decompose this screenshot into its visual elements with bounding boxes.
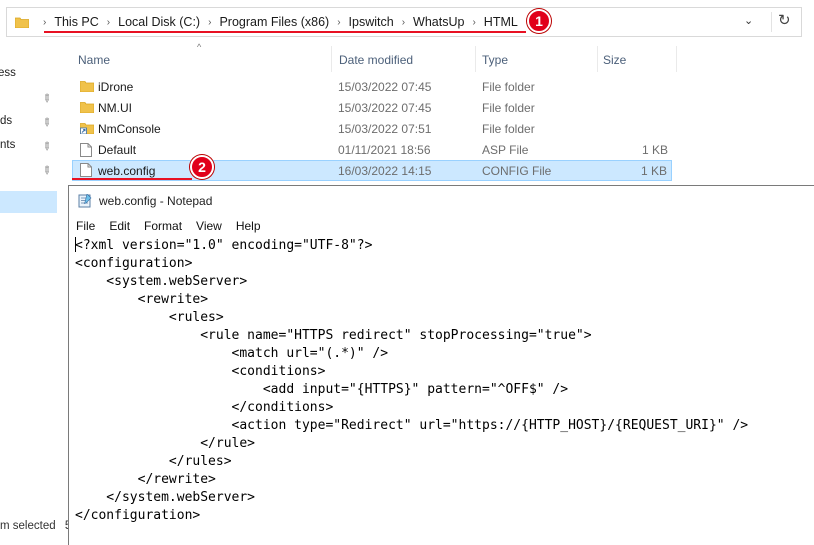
pin-icon: ✎ [38, 163, 54, 179]
annotation-underline-1 [44, 31, 526, 33]
column-header-date-modified[interactable]: Date modified [339, 49, 413, 71]
refresh-icon[interactable]: ↻ [778, 11, 791, 29]
column-header-type[interactable]: Type [482, 49, 508, 71]
pin-icon: ✎ [38, 139, 54, 155]
column-header-name[interactable]: Name [78, 49, 110, 71]
file-type: File folder [482, 80, 535, 94]
sort-ascending-icon: ^ [197, 42, 202, 52]
menu-view[interactable]: View [189, 217, 229, 237]
address-dropdown-icon[interactable]: ⌄ [744, 14, 753, 27]
file-row[interactable]: NmConsole 15/03/2022 07:51 File folder [72, 119, 672, 139]
nav-item-documents[interactable]: nts [0, 139, 15, 151]
file-date: 15/03/2022 07:45 [338, 80, 432, 94]
column-divider[interactable] [331, 46, 332, 72]
pin-icon: ✎ [38, 91, 54, 107]
notepad-content: <?xml version="1.0" encoding="UTF-8"?> <… [75, 238, 749, 523]
breadcrumb-this-pc[interactable]: This PC [54, 15, 98, 29]
file-date: 01/11/2021 18:56 [338, 143, 431, 157]
file-icon [80, 143, 92, 160]
breadcrumb-html[interactable]: HTML [484, 15, 518, 29]
file-date: 15/03/2022 07:45 [338, 101, 432, 115]
column-divider[interactable] [475, 46, 476, 72]
annotation-underline-2 [72, 178, 192, 180]
file-row[interactable]: Default 01/11/2021 18:56 ASP File 1 KB [72, 140, 672, 160]
breadcrumb-program-files[interactable]: Program Files (x86) [219, 15, 329, 29]
notepad-text-area[interactable]: <?xml version="1.0" encoding="UTF-8"?> <… [75, 237, 814, 525]
menu-edit[interactable]: Edit [102, 217, 137, 237]
file-type: File folder [482, 101, 535, 115]
shortcut-folder-icon [79, 122, 95, 137]
nav-item-selected[interactable] [0, 191, 57, 213]
file-type: ASP File [482, 143, 529, 157]
breadcrumb-local-disk[interactable]: Local Disk (C:) [118, 15, 200, 29]
annotation-badge-1: 1 [527, 9, 551, 33]
column-divider[interactable] [676, 46, 677, 72]
pin-icon: ✎ [38, 115, 54, 131]
chevron-right-icon[interactable]: › [402, 17, 405, 28]
breadcrumb-whatsup[interactable]: WhatsUp [413, 15, 464, 29]
folder-icon [79, 101, 95, 116]
file-size: 1 KB [640, 164, 667, 178]
chevron-right-icon[interactable]: › [472, 17, 475, 28]
file-date: 16/03/2022 14:15 [338, 164, 432, 178]
menu-file[interactable]: File [69, 217, 102, 237]
file-size: 1 KB [641, 143, 668, 157]
menu-format[interactable]: Format [137, 217, 189, 237]
breadcrumb-ipswitch[interactable]: Ipswitch [349, 15, 394, 29]
notepad-menu-bar: File Edit Format View Help [69, 217, 268, 237]
annotation-badge-2: 2 [190, 155, 214, 179]
file-name: iDrone [98, 80, 134, 94]
nav-item-downloads[interactable]: ds [0, 115, 12, 127]
status-bar: m selected 56 [0, 520, 78, 532]
chevron-right-icon[interactable]: › [107, 17, 110, 28]
menu-help[interactable]: Help [229, 217, 268, 237]
file-name: web.config [98, 164, 156, 178]
column-divider[interactable] [597, 46, 598, 72]
notepad-title-bar[interactable]: web.config - Notepad [69, 186, 814, 216]
notepad-window: web.config - Notepad File Edit Format Vi… [68, 185, 814, 545]
file-name: NM.UI [98, 101, 132, 115]
nav-item-quick-access[interactable]: ess [0, 67, 16, 79]
chevron-right-icon[interactable]: › [208, 17, 211, 28]
notepad-icon [78, 193, 92, 211]
notepad-title: web.config - Notepad [99, 194, 213, 208]
file-date: 15/03/2022 07:51 [338, 122, 432, 136]
chevron-right-icon[interactable]: › [337, 17, 340, 28]
folder-icon [79, 80, 95, 95]
chevron-right-icon: › [43, 16, 47, 28]
divider [771, 12, 772, 32]
folder-icon [14, 16, 30, 31]
file-row[interactable]: iDrone 15/03/2022 07:45 File folder [72, 77, 672, 97]
column-header-size[interactable]: Size [603, 49, 626, 71]
file-type: CONFIG File [482, 164, 552, 178]
file-name: NmConsole [98, 122, 161, 136]
file-row[interactable]: NM.UI 15/03/2022 07:45 File folder [72, 98, 672, 118]
navigation-pane: ess ds ✎ ✎ nts ✎ ✎ [0, 40, 58, 536]
file-name: Default [98, 143, 137, 157]
status-selected-text: m selected [0, 520, 56, 532]
file-type: File folder [482, 122, 535, 136]
